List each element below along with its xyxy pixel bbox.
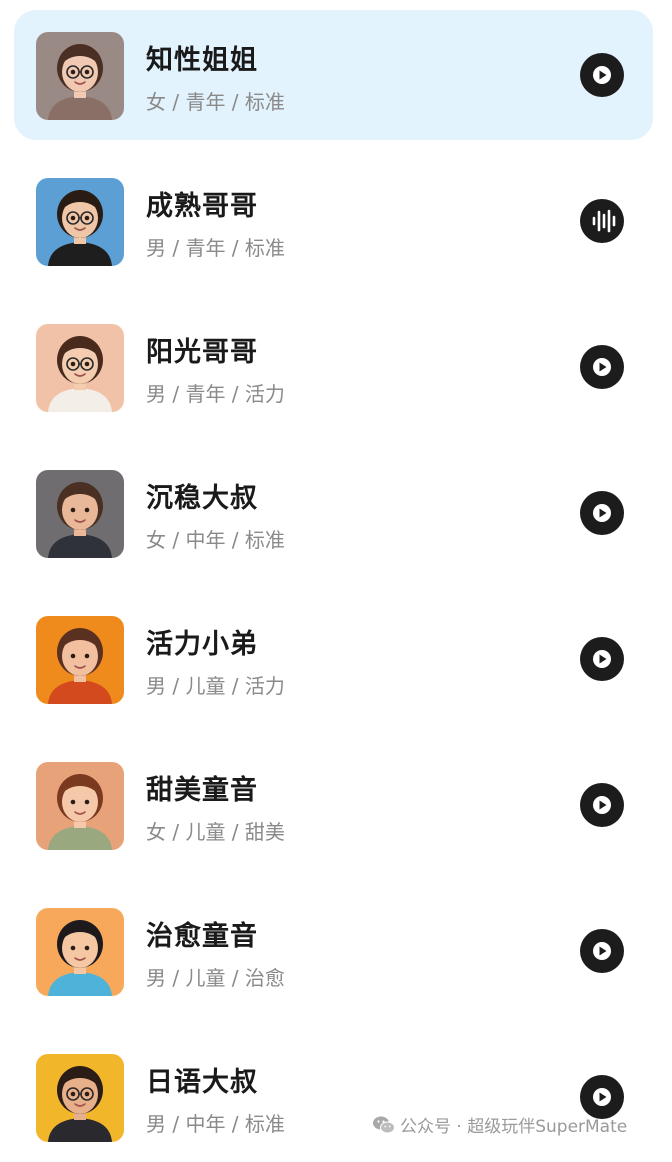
voice-avatar [36, 908, 124, 996]
voice-tags: 女 / 儿童 / 甜美 [146, 820, 285, 844]
play-icon[interactable] [580, 637, 624, 681]
voice-avatar [36, 178, 124, 266]
voice-tags: 男 / 青年 / 标准 [146, 236, 285, 260]
watermark: 公众号 · 超级玩伴SuperMate [372, 1112, 627, 1140]
voice-tags: 男 / 青年 / 活力 [146, 382, 285, 406]
voice-avatar [36, 616, 124, 704]
voice-name: 阳光哥哥 [146, 337, 258, 368]
voice-avatar [36, 470, 124, 558]
wechat-icon [372, 1115, 396, 1140]
voice-tags: 女 / 青年 / 标准 [146, 90, 285, 114]
play-icon[interactable] [580, 53, 624, 97]
watermark-text: 公众号 · 超级玩伴SuperMate [400, 1117, 628, 1137]
voice-item[interactable]: 成熟哥哥男 / 青年 / 标准 [14, 156, 653, 286]
voice-avatar [36, 32, 124, 120]
voice-avatar [36, 762, 124, 850]
play-icon[interactable] [580, 929, 624, 973]
voice-tags: 女 / 中年 / 标准 [146, 528, 285, 552]
voice-avatar [36, 324, 124, 412]
voice-name: 知性姐姐 [146, 45, 258, 76]
voice-tags: 男 / 中年 / 标准 [146, 1112, 285, 1136]
voice-tags: 男 / 儿童 / 治愈 [146, 966, 285, 990]
voice-item[interactable]: 知性姐姐女 / 青年 / 标准 [14, 10, 653, 140]
play-icon[interactable] [580, 783, 624, 827]
voice-avatar [36, 1054, 124, 1142]
voice-name: 甜美童音 [146, 775, 258, 806]
voice-item[interactable]: 甜美童音女 / 儿童 / 甜美 [14, 740, 653, 870]
voice-name: 治愈童音 [146, 921, 258, 952]
voice-item[interactable]: 日语大叔男 / 中年 / 标准 [14, 1032, 653, 1162]
audio-wave-icon[interactable] [580, 199, 624, 243]
voice-name: 活力小弟 [146, 629, 258, 660]
voice-name: 沉稳大叔 [146, 483, 258, 514]
voice-item[interactable]: 沉稳大叔女 / 中年 / 标准 [14, 448, 653, 578]
voice-item[interactable]: 治愈童音男 / 儿童 / 治愈 [14, 886, 653, 1016]
voice-item[interactable]: 活力小弟男 / 儿童 / 活力 [14, 594, 653, 724]
voice-item[interactable]: 阳光哥哥男 / 青年 / 活力 [14, 302, 653, 432]
play-icon[interactable] [580, 345, 624, 389]
voice-name: 日语大叔 [146, 1067, 258, 1098]
voice-tags: 男 / 儿童 / 活力 [146, 674, 285, 698]
voice-name: 成熟哥哥 [146, 191, 258, 222]
play-icon[interactable] [580, 491, 624, 535]
